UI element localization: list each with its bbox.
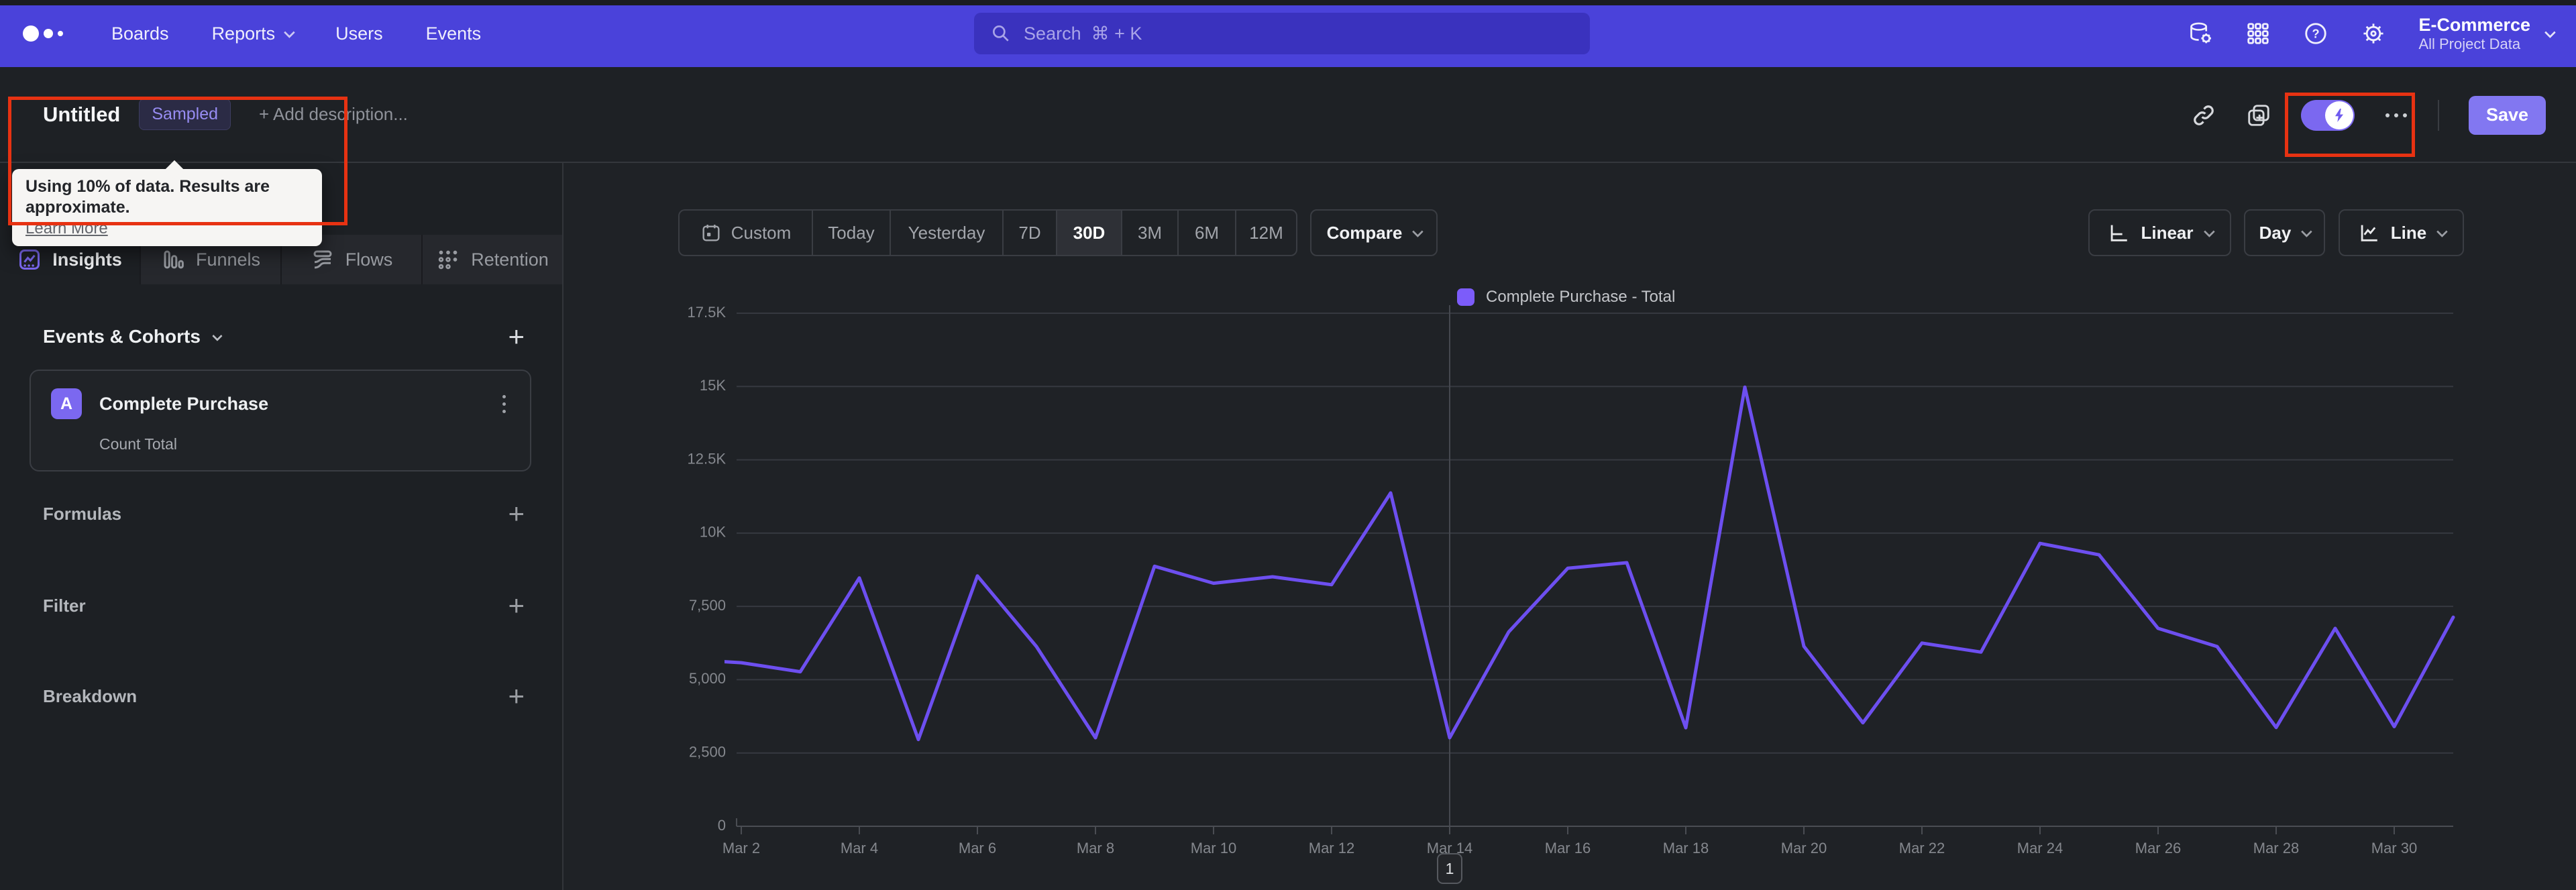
breakdown-section: Breakdown + <box>43 680 525 712</box>
chevron-down-icon <box>1412 226 1424 238</box>
events-cohorts-toggle[interactable]: Events & Cohorts <box>43 326 223 347</box>
chevron-down-icon <box>212 330 223 341</box>
event-card[interactable]: A Complete Purchase Count Total <box>30 370 531 471</box>
linear-scale-icon <box>2111 225 2128 241</box>
nav-item-events[interactable]: Events <box>426 23 482 44</box>
funnels-icon <box>164 250 184 269</box>
granularity-dropdown[interactable]: Day <box>2244 209 2325 256</box>
add-event-button[interactable]: + <box>508 323 525 351</box>
tab-retention[interactable]: Retention <box>421 235 562 284</box>
window-top-edge <box>0 0 2576 5</box>
report-title-bar: Untitled Sampled + Add description... Sa… <box>0 67 2576 163</box>
calendar-icon <box>702 225 720 241</box>
nav-item-users[interactable]: Users <box>335 23 383 44</box>
nav-item-boards[interactable]: Boards <box>111 23 169 44</box>
flows-icon <box>313 250 332 269</box>
range-6m[interactable]: 6M <box>1177 211 1235 255</box>
sampled-badge[interactable]: Sampled <box>139 99 231 130</box>
range-3m[interactable]: 3M <box>1121 211 1177 255</box>
add-formula-button[interactable]: + <box>508 500 525 528</box>
retention-icon <box>438 250 458 270</box>
copy-report-icon[interactable] <box>2246 103 2271 128</box>
chevron-down-icon <box>2203 226 2215 238</box>
scale-dropdown[interactable]: Linear <box>2088 209 2231 256</box>
add-description[interactable]: + Add description... <box>259 104 408 125</box>
chart-panel <box>565 163 2576 890</box>
insights-icon <box>19 249 40 270</box>
search-icon <box>993 25 1009 42</box>
project-name: E-Commerce <box>2418 14 2530 35</box>
data-settings-icon[interactable] <box>2188 21 2213 46</box>
range-12m[interactable]: 12M <box>1235 211 1296 255</box>
range-30d[interactable]: 30D <box>1056 211 1121 255</box>
nav-item-reports[interactable]: Reports <box>212 23 296 44</box>
events-cohorts-header: Events & Cohorts + <box>0 318 562 355</box>
lightning-bolt-icon <box>2334 108 2343 122</box>
sampling-toggle[interactable] <box>2300 99 2355 131</box>
chart-legend[interactable]: Complete Purchase - Total <box>1457 288 1675 307</box>
legend-label: Complete Purchase - Total <box>1486 288 1676 306</box>
compare-dropdown[interactable]: Compare <box>1310 209 1438 256</box>
chevron-down-icon <box>2544 27 2556 39</box>
report-builder-sidebar: Insights Funnels Flows Retention Events … <box>0 163 564 890</box>
title-bar-actions: Save <box>2191 67 2546 163</box>
annotation-marker[interactable]: 1 <box>1437 853 1462 884</box>
report-title[interactable]: Untitled <box>43 103 120 127</box>
project-scope: All Project Data <box>2418 35 2521 52</box>
project-switcher[interactable]: E-Commerce All Project Data <box>2418 14 2556 52</box>
search-input[interactable] <box>1024 23 1574 44</box>
line-chart-icon <box>2361 225 2377 241</box>
save-button[interactable]: Save <box>2468 95 2546 135</box>
learn-more-link[interactable]: Learn More <box>25 218 108 239</box>
chevron-down-icon <box>2436 226 2449 238</box>
range-yesterday[interactable]: Yesterday <box>890 211 1002 255</box>
apps-grid-icon[interactable] <box>2245 21 2271 46</box>
range-today[interactable]: Today <box>812 211 890 255</box>
event-name[interactable]: Complete Purchase <box>99 394 268 414</box>
legend-swatch <box>1457 288 1474 306</box>
event-letter-badge: A <box>51 388 82 419</box>
date-range-control: Custom Today Yesterday 7D 30D 3M 6M 12M <box>678 209 1297 256</box>
tooltip-text: Using 10% of data. Results are approxima… <box>25 177 270 217</box>
top-nav: Boards Reports Users Events ? E <box>0 0 2576 67</box>
toggle-knob <box>2324 101 2353 129</box>
event-metric[interactable]: Count Total <box>99 435 177 453</box>
event-menu-icon[interactable] <box>497 392 511 416</box>
divider <box>2437 99 2439 131</box>
chart-type-dropdown[interactable]: Line <box>2339 209 2464 256</box>
filter-section: Filter + <box>43 590 525 621</box>
add-filter-button[interactable]: + <box>508 592 525 620</box>
sampling-tooltip: Using 10% of data. Results are approxima… <box>12 169 322 246</box>
global-search[interactable] <box>974 13 1590 54</box>
range-custom[interactable]: Custom <box>680 211 812 255</box>
nav-right-cluster: ? E-Commerce All Project Data <box>2188 0 2556 67</box>
chevron-down-icon <box>284 27 296 39</box>
help-icon[interactable]: ? <box>2303 21 2328 46</box>
more-options-icon[interactable] <box>2384 109 2408 121</box>
svg-text:?: ? <box>2312 27 2320 41</box>
add-breakdown-button[interactable]: + <box>508 682 525 710</box>
formulas-section: Formulas + <box>43 498 525 529</box>
primary-nav: Boards Reports Users Events <box>111 23 481 44</box>
chevron-down-icon <box>2301 226 2313 238</box>
share-link-icon[interactable] <box>2191 103 2216 128</box>
app-root: Boards Reports Users Events ? E <box>0 0 2576 890</box>
mixpanel-logo-icon[interactable] <box>23 25 63 42</box>
range-7d[interactable]: 7D <box>1002 211 1056 255</box>
settings-gear-icon[interactable] <box>2361 21 2386 46</box>
